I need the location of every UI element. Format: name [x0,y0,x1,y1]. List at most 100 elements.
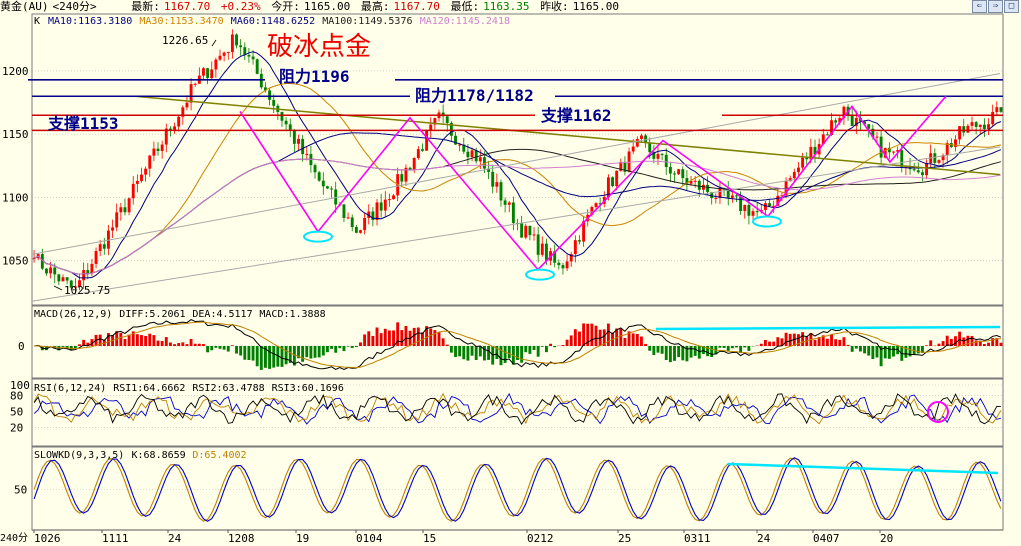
candle-body [578,240,581,242]
candle-body [656,153,660,159]
candle-body [193,83,197,85]
candle-body [251,56,255,60]
candle-body [478,157,482,162]
candle-body [834,120,838,123]
candle-body [53,267,57,275]
candle-body [152,148,156,156]
x-axis-unit-label: 240分 [0,532,28,544]
candle-body [243,47,247,55]
price-y-tick-label: 1200 [2,65,29,78]
moving-average-line [33,158,1001,275]
candle-body [763,203,767,210]
candle-body [958,126,962,140]
chart-title: 破冰点金 [267,32,371,62]
candle-body [801,157,805,168]
candle-body [185,102,189,108]
candle-body [892,151,895,153]
candle-body [850,115,854,126]
high-price-label: 1226.65 [162,34,208,47]
kd-params-label: SLOWKD(9,3,3,5) [34,450,124,461]
support-1-label: 支撑1162 [540,106,612,125]
macd-y-tick-label: 0 [18,340,25,353]
rsi-y-tick-label: 100 [10,379,30,392]
candle-body [115,212,119,228]
candle-body [247,54,251,57]
candle-body [177,116,181,127]
candle-body [400,174,404,182]
candle-body [470,150,474,158]
candle-body [131,183,135,199]
candle-body [144,168,148,175]
candle-body [127,198,131,213]
ma-legend-ma120: MA120:1145.2418 [420,16,510,27]
candle-body [825,134,829,136]
macd-highlight-line [655,325,1001,331]
candle-body [681,169,685,179]
candle-body [499,182,503,201]
resistance-1-label: 阻力1196 [279,67,350,86]
candle-body [350,217,354,228]
candle-body [86,270,90,274]
candle-body [346,217,350,219]
x-tick-label: 19 [296,532,309,545]
candle-body [503,200,507,205]
candle-body [995,107,999,113]
candle-body [561,265,565,269]
candle-body [735,195,738,197]
candle-body [974,122,978,127]
candle-body [259,73,263,88]
x-tick-label: 25 [618,532,631,545]
candle-body [875,136,879,138]
candle-body [739,196,743,211]
candle-body [49,267,53,274]
candle-body [206,68,210,78]
candle-body [664,154,668,168]
candle-body [416,149,420,158]
x-tick-label: 1026 [34,532,61,545]
price-panel-frame [31,13,1004,306]
candle-body [32,258,36,260]
moving-average-line [33,132,1002,275]
candle-body [421,149,424,151]
candle-body [640,135,643,139]
candle-body [743,204,747,211]
candle-body [189,84,193,103]
candle-body [631,146,635,152]
rsi-legend-rsi2: RSI2:63.4788 [192,383,264,394]
candle-body [57,274,61,282]
ma-legend-ma10: MA10:1163.3180 [48,16,132,27]
candle-body [677,169,681,175]
ma-legend-ma100: MA100:1149.5376 [322,16,412,27]
candle-body [528,225,532,236]
candle-body [933,153,937,163]
candle-body [210,69,214,78]
kd-legend-d: D:65.4002 [192,450,246,461]
candle-body [272,99,276,106]
rsi-params-label: RSI(6,12,24) [34,383,106,394]
candle-body [615,170,619,187]
candle-body [239,45,243,48]
candle-body [94,251,98,264]
candle-body [317,172,321,181]
candle-body [119,207,123,213]
high-pointer [211,39,217,47]
candle-body [491,171,495,187]
candle-body [920,172,924,176]
candle-body [751,211,755,216]
candle-body [706,184,710,193]
x-tick-label: 0407 [813,532,840,545]
x-tick-label: 1111 [102,532,129,545]
candle-body [954,139,957,147]
candle-body [524,225,528,238]
candle-body [635,138,639,147]
candle-body [768,203,771,206]
macd-legend-macd: MACD:1.3888 [259,309,325,320]
kd-highlight-line [727,462,999,475]
candle-body [354,227,358,233]
candle-body [148,155,152,169]
candle-body [330,188,334,190]
candle-body [912,169,916,171]
candle-body [359,230,362,233]
macd-params-label: MACD(26,12,9) [34,309,112,320]
candle-body [82,270,86,281]
